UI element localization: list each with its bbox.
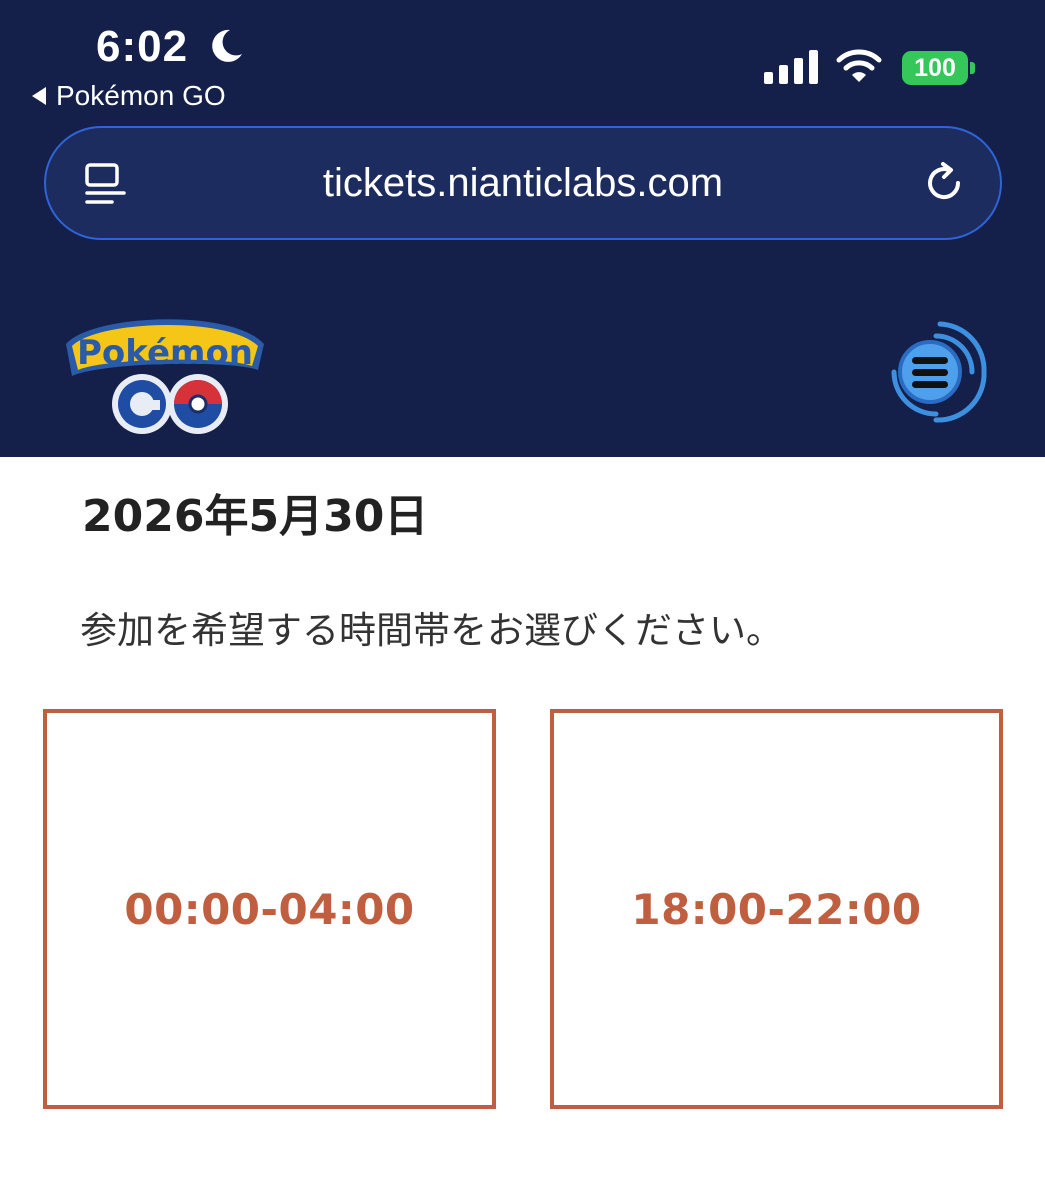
- wifi-icon: [836, 49, 882, 82]
- moon-icon: [212, 29, 242, 62]
- time-slot-prompt: 参加を希望する時間帯をお選びください。: [80, 609, 783, 652]
- time-slot-label: 00:00-04:00: [124, 884, 415, 934]
- url-text: tickets.nianticlabs.com: [322, 160, 724, 205]
- svg-text:Pokémon: Pokémon: [77, 333, 253, 373]
- time-slot-label: 18:00-22:00: [631, 884, 922, 934]
- pokemon-go-logo[interactable]: Pokémon: [62, 304, 268, 438]
- reload-icon[interactable]: [922, 160, 968, 206]
- app-header: 6:02 Pokémon GO 100 tickets.nianticlabs.…: [0, 0, 1045, 457]
- menu-icon[interactable]: [884, 316, 988, 428]
- back-to-app-link[interactable]: Pokémon GO: [32, 80, 226, 112]
- event-date: 2026年5月30日: [82, 491, 429, 542]
- status-time: 6:02: [96, 22, 189, 71]
- cellular-signal-icon: [764, 50, 818, 84]
- back-app-label: Pokémon GO: [56, 80, 226, 111]
- back-arrow-icon: [32, 87, 46, 105]
- battery-nub: [970, 62, 975, 74]
- address-bar[interactable]: tickets.nianticlabs.com: [44, 126, 1002, 240]
- time-slot-button[interactable]: 18:00-22:00: [550, 709, 1003, 1109]
- battery-indicator: 100: [902, 51, 968, 85]
- time-slot-button[interactable]: 00:00-04:00: [43, 709, 496, 1109]
